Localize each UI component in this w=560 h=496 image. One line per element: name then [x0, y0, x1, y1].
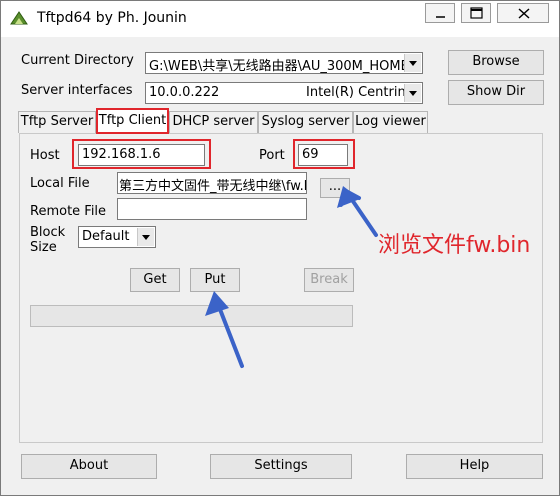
annotation-overlay — [205, 186, 378, 368]
arrow-to-put-head-icon — [205, 291, 229, 316]
